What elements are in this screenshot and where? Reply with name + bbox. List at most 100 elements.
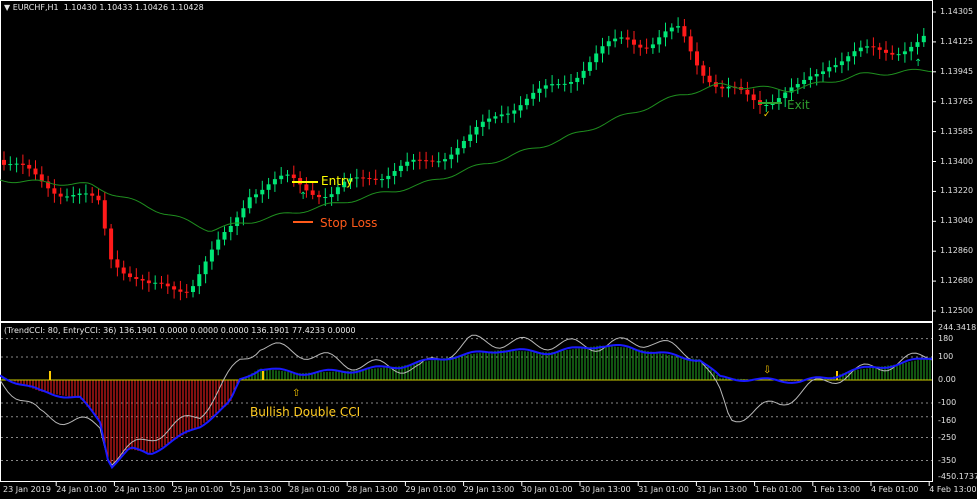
price-axis-label: 1.13220 <box>940 186 974 196</box>
up-arrow-icon: ⇧ <box>292 388 300 399</box>
candle-body <box>373 178 378 180</box>
candle-body <box>121 267 126 274</box>
signal-marker <box>836 371 838 380</box>
indicator-axis-label: 180 <box>938 333 954 343</box>
candle-body <box>468 134 473 142</box>
candle-body <box>209 249 214 262</box>
candle-body <box>134 277 139 279</box>
price-axis-label: 1.12860 <box>940 246 974 256</box>
candle-body <box>172 286 177 290</box>
candle-body <box>380 179 384 181</box>
candle-body <box>909 46 914 52</box>
chart-header: ▼ EURCHF,H1 1.10430 1.10433 1.10426 1.10… <box>4 3 204 12</box>
candle-body <box>701 65 706 76</box>
candle-body <box>266 184 271 190</box>
candle-body <box>260 189 265 195</box>
indicator-axis-label: 100 <box>938 352 954 361</box>
entry-label: Entry <box>321 174 353 188</box>
candle-body <box>682 26 687 37</box>
candle-body <box>802 79 807 85</box>
indicator-axis-label: -350 <box>938 455 957 465</box>
candle-body <box>726 86 731 89</box>
candle-body <box>197 274 202 287</box>
candle-body <box>600 46 605 54</box>
candle-body <box>814 74 819 77</box>
candle-body <box>83 193 88 195</box>
candle-body <box>833 65 838 68</box>
candle-body <box>71 195 76 197</box>
candle-body <box>443 159 447 162</box>
indicator-axis-label: -250 <box>938 432 957 442</box>
candle-body <box>436 161 441 163</box>
candle-body <box>619 37 624 39</box>
candle-body <box>27 164 32 169</box>
candle-body <box>115 259 120 268</box>
candle-body <box>707 75 712 83</box>
candle-body <box>644 47 649 49</box>
candle-body <box>203 261 208 275</box>
collapse-triangle-icon[interactable]: ▼ <box>4 3 10 12</box>
indicator-axis-label: 244.3418 <box>938 323 977 332</box>
buy-arrow-icon: ↑ <box>299 191 307 202</box>
candle-body <box>915 42 920 47</box>
candle-body <box>354 177 359 179</box>
candle-body <box>569 82 573 84</box>
candle-body <box>279 175 284 180</box>
candle-body <box>367 178 372 180</box>
candle-body <box>865 46 870 48</box>
candle-body <box>650 44 655 49</box>
candle-body <box>808 76 813 80</box>
candle-body <box>241 208 246 218</box>
check-icon: ✓ <box>763 110 771 120</box>
candle-body <box>512 110 517 114</box>
candle-body <box>632 39 636 45</box>
candle-body <box>361 177 366 179</box>
candle-body <box>33 168 38 175</box>
candle-body <box>827 67 832 72</box>
moving-average-line <box>0 68 933 232</box>
candle-body <box>695 51 699 66</box>
indicator-header: (TrendCCI: 80, EntryCCI: 36) 136.1901 0.… <box>4 326 356 335</box>
candle-body <box>128 273 132 278</box>
candle-body <box>556 84 561 86</box>
candle-body <box>455 148 460 155</box>
candle-body <box>663 31 668 38</box>
candle-body <box>430 160 435 162</box>
candle-body <box>165 283 170 287</box>
price-axis-label: 1.13945 <box>940 66 974 76</box>
candle-body <box>669 27 674 32</box>
down-arrow-icon: ⇩ <box>763 365 771 376</box>
indicator-axis-label: -450.1737 <box>938 472 977 481</box>
candle-body <box>235 217 240 226</box>
price-axis-label: 1.13585 <box>940 126 974 136</box>
candle-body <box>310 190 315 195</box>
time-axis-label: 25 Jan 01:00 <box>172 485 224 494</box>
time-axis-label: 28 Jan 13:00 <box>347 485 398 494</box>
price-axis-label: 1.12680 <box>940 276 974 286</box>
time-axis-label: 4 Feb 13:00 <box>929 485 977 494</box>
candle-body <box>506 113 510 115</box>
candle-body <box>102 200 107 229</box>
candle-body <box>575 77 580 83</box>
time-axis-label: 29 Jan 13:00 <box>463 485 515 494</box>
candle-body <box>764 104 769 106</box>
candle-body <box>581 70 586 78</box>
main-pane-border <box>0 0 933 322</box>
candle-body <box>417 159 422 161</box>
candle-body <box>77 193 82 196</box>
stop-loss-label: Stop Loss <box>320 216 378 230</box>
candle-body <box>562 83 567 85</box>
chart-canvas[interactable]: ↑ ↑ ✓ ⇧ ⇩ <box>0 0 977 499</box>
time-axis-label: 1 Feb 13:00 <box>812 485 861 494</box>
price-axis-label: 1.13400 <box>940 156 974 166</box>
candle-body <box>524 98 529 106</box>
time-axis-label: 25 Jan 13:00 <box>230 485 282 494</box>
candle-body <box>745 89 750 95</box>
candle-body <box>487 118 492 122</box>
price-axis-label: 1.13040 <box>940 216 974 226</box>
candle-body <box>304 184 309 191</box>
time-axis-label: 31 Jan 01:00 <box>638 485 689 494</box>
indicator-axis-label: -100 <box>938 398 957 407</box>
symbol-label: EURCHF,H1 <box>12 3 59 12</box>
candle-body <box>90 193 95 196</box>
